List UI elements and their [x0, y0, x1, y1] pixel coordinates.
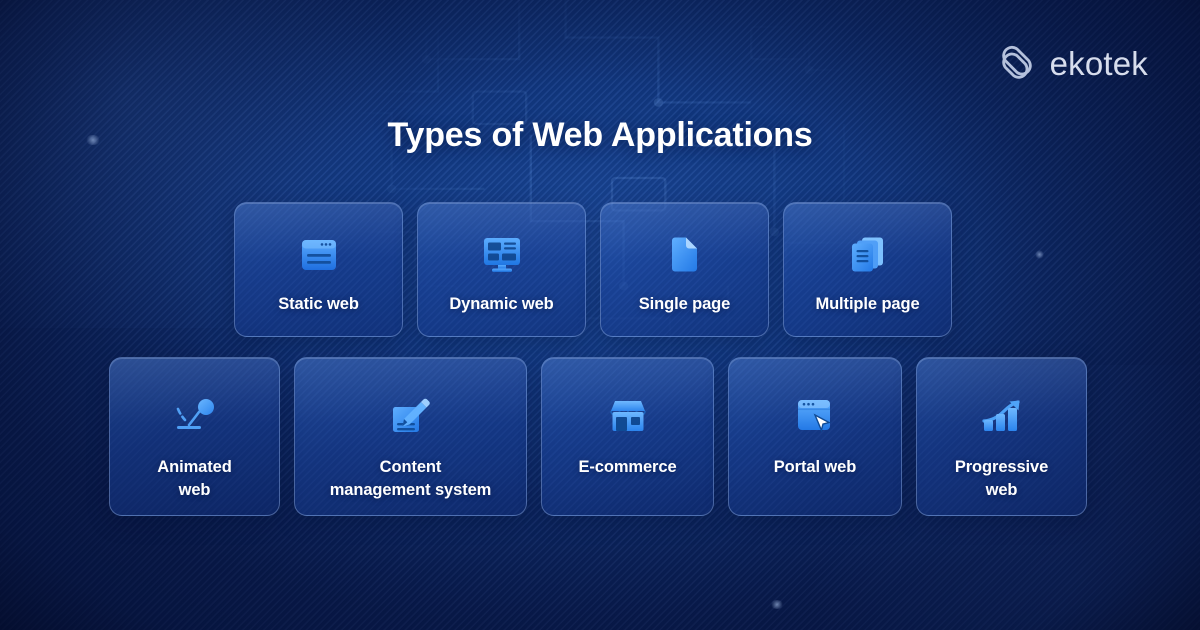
card-label: Multiple page	[815, 295, 920, 313]
dynamic-web-icon	[482, 235, 522, 275]
card-label: Animated web	[157, 458, 232, 500]
card-single-page[interactable]: Single page	[600, 202, 769, 337]
card-e-commerce[interactable]: E-commerce	[541, 357, 714, 516]
card-label: Dynamic web	[449, 295, 554, 313]
brand-name: ekotek	[1049, 45, 1148, 82]
card-multiple-page[interactable]: Multiple page	[783, 202, 952, 337]
multiple-page-icon	[850, 235, 885, 275]
portal-web-icon	[796, 396, 834, 436]
single-page-icon	[669, 235, 700, 275]
card-animated-web[interactable]: Animated web	[109, 357, 280, 516]
card-content-management-system[interactable]: Content management system	[294, 357, 527, 516]
card-label: E-commerce	[578, 458, 677, 476]
brand-logo: ekotek	[997, 44, 1148, 84]
card-row-1: Static web Dynamic web Single page Multi…	[234, 202, 952, 337]
page-title: Types of Web Applications	[387, 116, 813, 154]
card-progressive-web[interactable]: Progressive web	[916, 357, 1087, 516]
card-label: Static web	[278, 295, 359, 313]
static-web-icon	[300, 235, 338, 275]
card-label: Single page	[638, 295, 731, 313]
card-row-2: Animated web Content management system E…	[109, 357, 1087, 516]
cms-icon	[391, 396, 431, 436]
card-label: Portal web	[773, 458, 857, 476]
animated-web-icon	[173, 396, 217, 436]
card-dynamic-web[interactable]: Dynamic web	[417, 202, 586, 337]
card-label: Content management system	[329, 458, 492, 500]
card-portal-web[interactable]: Portal web	[728, 357, 902, 516]
progressive-web-icon	[981, 396, 1023, 436]
ekotek-interlock-logo-icon	[997, 44, 1037, 84]
ecommerce-icon	[608, 396, 648, 436]
card-label: Progressive web	[954, 458, 1049, 500]
card-static-web[interactable]: Static web	[234, 202, 403, 337]
